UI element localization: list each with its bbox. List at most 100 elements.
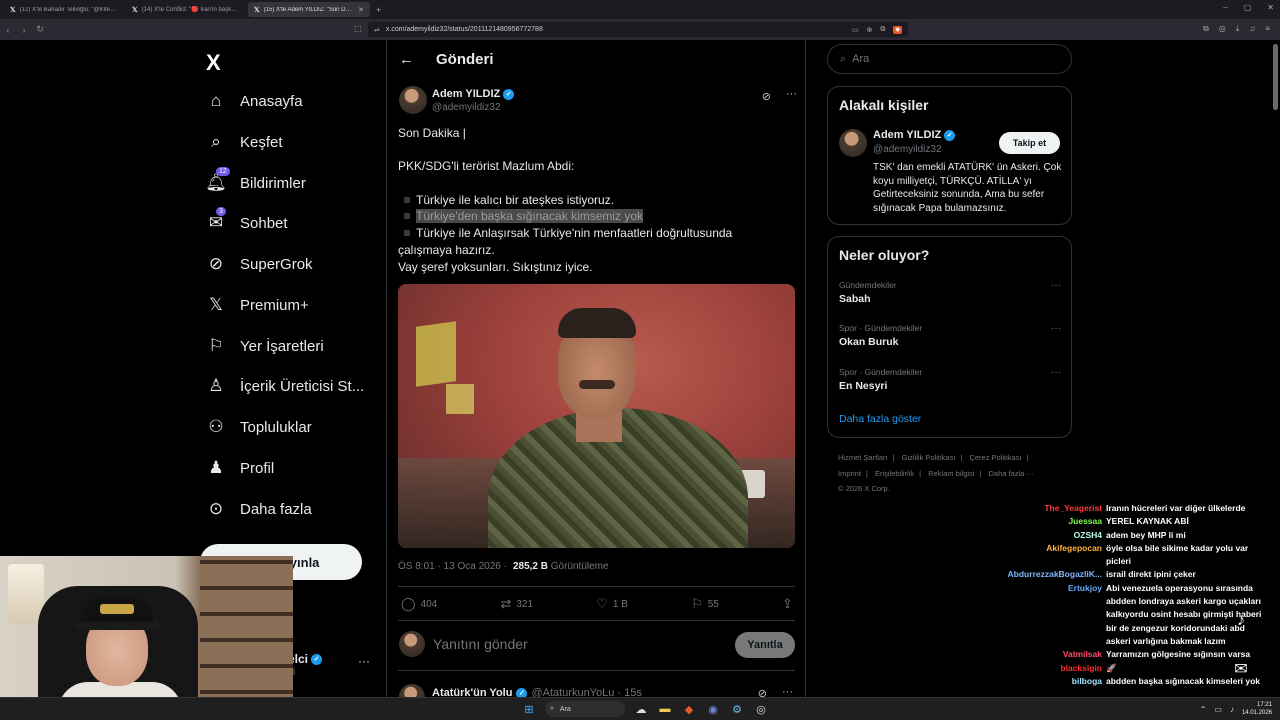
bookmark-page-icon[interactable]: ⬚ <box>354 24 362 33</box>
downloads-icon[interactable]: ⤓ <box>1236 24 1240 34</box>
search-input[interactable]: ⌕ Ara <box>827 44 1072 74</box>
search-icon: ⌕ <box>550 705 554 712</box>
post-time[interactable]: ÖS 8:01 · 13 Oca 2026 · <box>398 561 507 572</box>
footer-cookies-link[interactable]: Çerez Politikası <box>969 453 1021 462</box>
footer-terms-link[interactable]: Hizmet Şartları <box>838 453 888 462</box>
reply-input[interactable]: Yanıtını gönder <box>433 636 528 652</box>
like-action[interactable]: ♡ 1 B <box>596 596 628 612</box>
sidebar-item-label: Anasayfa <box>240 92 303 110</box>
grok-icon[interactable]: ⊘ <box>762 90 771 103</box>
sidebar-item-supergrok[interactable]: ⊘ SuperGrok <box>206 249 386 279</box>
sidebar-item-chat[interactable]: ✉ 3 Sohbet <box>206 207 386 238</box>
browser-tab-3[interactable]: 𝕏 (15) X'te Adem YILDIZ: "Son Dakika" / … <box>248 2 370 17</box>
sidebar-item-premium[interactable]: 𝕏 Premium+ <box>206 290 386 320</box>
close-tab-icon[interactable]: ✕ <box>358 6 364 14</box>
sidebar-item-label: İçerik Üreticisi St... <box>240 377 365 395</box>
sidebar-item-creator-studio[interactable]: ♙ İçerik Üreticisi St... <box>206 371 386 401</box>
footer-ads-link[interactable]: Reklam bilgisi <box>928 469 974 478</box>
avatar[interactable] <box>839 129 867 157</box>
sidebar-item-profile[interactable]: ♟ Profil <box>206 453 386 483</box>
zoom-icon[interactable]: ⊕ <box>867 26 873 34</box>
sidebar-item-home[interactable]: ⌂ Anasayfa <box>206 86 386 116</box>
maximize-icon[interactable]: ▢ <box>1244 3 1252 12</box>
minimize-icon[interactable]: – <box>1223 3 1227 12</box>
account-more-icon[interactable]: ··· <box>358 654 370 668</box>
trend-item[interactable]: Spor · Gündemdekiler Okan Buruk ··· <box>839 323 1061 355</box>
widgets-icon[interactable]: ☁ <box>633 701 649 717</box>
footer-more-link[interactable]: Daha fazla ··· <box>989 469 1034 478</box>
start-icon[interactable]: ⊞ <box>521 701 537 717</box>
show-more-link[interactable]: Daha fazla göster <box>839 413 921 425</box>
bookmark-action[interactable]: ⚐ 55 <box>691 596 719 612</box>
tray-overflow-icon[interactable]: ⌃ <box>1200 705 1207 714</box>
author-name[interactable]: Adem YILDIZ ✓ <box>432 88 515 100</box>
sidebar-item-bookmarks[interactable]: ⚐ Yer İşaretleri <box>206 331 386 361</box>
related-name[interactable]: Adem YILDIZ ✓ <box>873 129 956 141</box>
music-icon[interactable]: ♫ <box>1249 24 1255 34</box>
webcam-cap-emblem <box>100 604 134 614</box>
brave-browser-icon[interactable]: ◆ <box>681 701 697 717</box>
footer-accessibility-link[interactable]: Erişilebilirlik <box>875 469 914 478</box>
shields-icon[interactable]: ◆ <box>893 25 902 34</box>
file-explorer-icon[interactable]: ▬ <box>657 701 673 717</box>
browser-tab-2[interactable]: 𝕏 (14) X'te Conflict: "🔴 İran'ın başkent… <box>126 2 244 17</box>
browser-tab-1[interactable]: 𝕏 (12) X'te Bahadır Tellioğlu: "@Kiferiş… <box>4 2 122 17</box>
follow-button[interactable]: Takip et <box>999 132 1060 154</box>
account-name[interactable]: elci ✓ <box>288 652 323 666</box>
taskbar-search[interactable]: ⌕ Ara <box>545 701 625 717</box>
menu-icon[interactable]: ≡ <box>1265 24 1270 34</box>
screenshot-icon[interactable]: ▭ <box>852 26 859 34</box>
share-icon[interactable]: ⧉ <box>880 26 885 34</box>
obs-icon[interactable]: ◎ <box>753 701 769 717</box>
discord-icon[interactable]: ◉ <box>705 701 721 717</box>
new-tab-icon[interactable]: + <box>376 5 381 15</box>
sidebar-item-explore[interactable]: ⌕ Keşfet <box>206 127 386 157</box>
address-bar[interactable]: ⇌ x.com/ademyildiz32/status/201112148095… <box>368 22 908 37</box>
site-info-icon[interactable]: ⇌ <box>374 26 380 34</box>
sidebar-item-notifications[interactable]: 🔔︎ 12 Bildirimler <box>205 167 386 198</box>
share-action[interactable]: ⇪ <box>782 596 793 612</box>
author-handle[interactable]: @ademyildiz32 <box>432 102 501 113</box>
post-image[interactable] <box>398 284 795 548</box>
sidebar-item-communities[interactable]: ⚇ Topluluklar <box>206 412 386 442</box>
trend-more-icon[interactable]: ··· <box>1051 280 1061 291</box>
extension-icon[interactable]: ⧉ <box>1203 24 1209 34</box>
page-scrollbar[interactable] <box>1273 44 1278 110</box>
trend-name: Okan Buruk <box>839 336 899 348</box>
repost-action[interactable]: ⇄ 321 <box>500 596 533 612</box>
back-arrow-icon[interactable]: ← <box>399 51 414 68</box>
sidebar-item-more[interactable]: ⊙ Daha fazla <box>206 494 386 524</box>
related-handle[interactable]: @ademyildiz32 <box>873 144 942 155</box>
forward-icon[interactable]: › <box>16 25 32 35</box>
post-text-line: Türkiye'den başka sığınacak kimsemiz yok <box>398 208 793 225</box>
divider <box>398 620 795 621</box>
steam-icon[interactable]: ⚙ <box>729 701 745 717</box>
trend-more-icon[interactable]: ··· <box>1051 367 1061 378</box>
x-logo-icon[interactable]: X <box>206 50 221 76</box>
post-text-line: Son Dakika | <box>398 125 793 142</box>
tab-title: (15) X'te Adem YILDIZ: "Son Dakika" / X <box>263 6 354 13</box>
reply-action[interactable]: ◯ 404 <box>401 596 437 612</box>
footer-privacy-link[interactable]: Gizlilik Politikası <box>902 453 956 462</box>
heart-icon: ♡ <box>596 596 608 611</box>
trend-more-icon[interactable]: ··· <box>1051 323 1061 334</box>
footer-imprint-link[interactable]: Imprint <box>838 469 861 478</box>
wallet-icon[interactable]: ◎ <box>1219 24 1226 34</box>
trend-item[interactable]: Spor · Gündemdekiler En Nesyri ··· <box>839 367 1061 399</box>
clock[interactable]: 17:21 14.01.2026 <box>1242 701 1272 717</box>
reply-button[interactable]: Yanıtla <box>735 632 795 658</box>
close-window-icon[interactable]: ✕ <box>1267 3 1274 12</box>
trend-name: Sabah <box>839 293 871 305</box>
system-tray: ⌃ ▭ ♪ 17:21 14.01.2026 <box>1200 701 1272 717</box>
trend-item[interactable]: Gündemdekiler Sabah ··· <box>839 280 1061 312</box>
back-icon[interactable]: ‹ <box>0 25 16 35</box>
more-options-icon[interactable]: ··· <box>786 88 797 100</box>
screen: 𝕏 (12) X'te Bahadır Tellioğlu: "@Kiferiş… <box>0 0 1280 720</box>
taskbar-search-label: Ara <box>559 705 571 713</box>
reload-icon[interactable]: ↻ <box>32 24 48 35</box>
avatar[interactable] <box>399 86 427 114</box>
creator-icon: ♙ <box>208 376 224 395</box>
network-icon[interactable]: ▭ <box>1214 705 1222 714</box>
post-text-span: Türkiye ile kalıcı bir ateşkes istiyoruz… <box>416 192 615 207</box>
volume-icon[interactable]: ♪ <box>1230 705 1234 714</box>
